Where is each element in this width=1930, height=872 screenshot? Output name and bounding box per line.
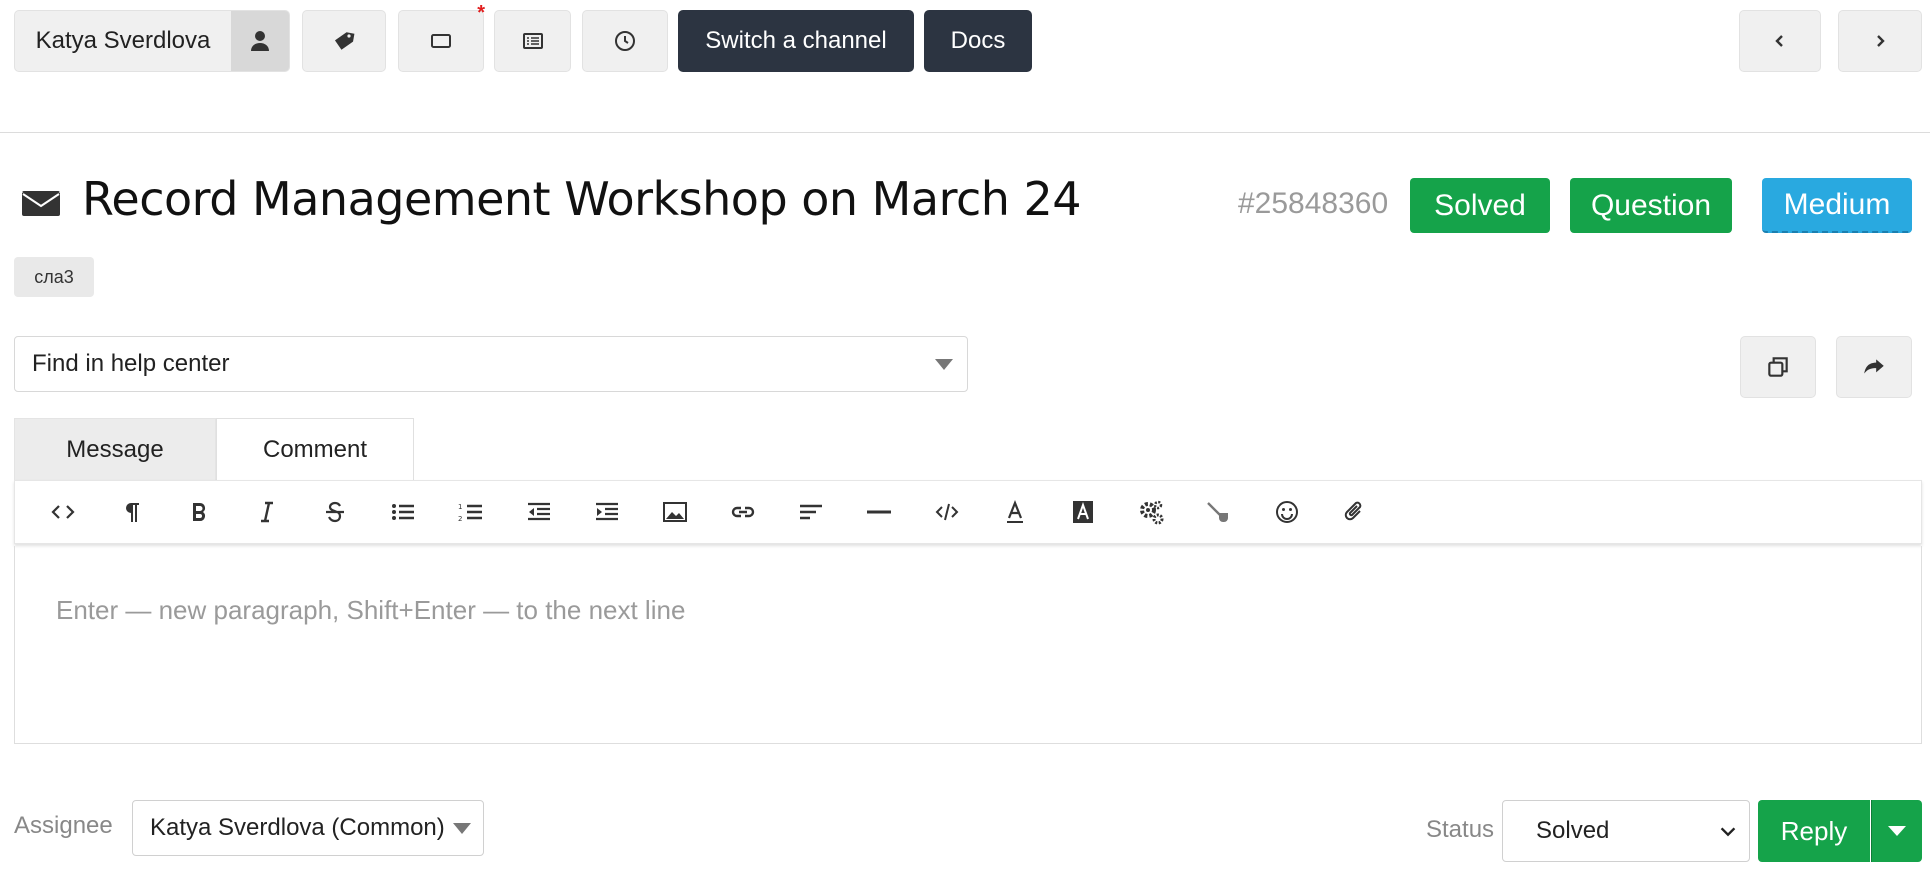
source-code-button[interactable] <box>29 488 97 536</box>
type-badge[interactable]: Question <box>1570 178 1732 233</box>
bold-icon <box>193 503 205 521</box>
chevron-right-icon <box>1877 35 1885 47</box>
font-color-icon <box>1007 500 1023 523</box>
bulleted-list-button[interactable] <box>369 488 437 536</box>
list-icon <box>522 33 543 49</box>
next-ticket-button[interactable] <box>1838 10 1922 72</box>
ticket-title: Record Management Workshop on March 24 <box>82 172 1082 226</box>
strikethrough-icon <box>326 501 344 523</box>
help-center-placeholder: Find in help center <box>32 350 230 377</box>
tag-icon <box>334 32 355 50</box>
pipe-icon <box>1207 502 1228 522</box>
paragraph-icon <box>126 503 139 522</box>
window-icon <box>431 34 451 48</box>
bulleted-list-icon <box>392 504 414 520</box>
status-badge[interactable]: Solved <box>1410 178 1550 233</box>
horizontal-rule-button[interactable] <box>845 488 913 536</box>
ticket-tag[interactable]: сла3 <box>14 257 94 297</box>
background-color-button[interactable] <box>1049 488 1117 536</box>
tab-comment[interactable]: Comment <box>216 418 414 480</box>
svg-text:2: 2 <box>458 515 462 523</box>
settings-button[interactable] <box>1117 488 1185 536</box>
link-button[interactable] <box>709 488 777 536</box>
tab-message[interactable]: Message <box>14 418 216 480</box>
code-button[interactable] <box>913 488 981 536</box>
background-color-icon <box>1073 501 1093 523</box>
italic-icon <box>261 501 273 523</box>
smiley-icon <box>1276 501 1298 523</box>
ticket-id: #25848360 <box>1238 187 1389 220</box>
list-view-button[interactable] <box>494 10 571 72</box>
status-select[interactable]: Solved <box>1502 800 1750 862</box>
font-color-button[interactable] <box>981 488 1049 536</box>
indent-icon <box>596 502 618 521</box>
forward-button[interactable] <box>1836 336 1912 398</box>
attachment-button[interactable] <box>1321 488 1389 536</box>
image-button[interactable] <box>641 488 709 536</box>
prev-ticket-button[interactable] <box>1739 10 1821 72</box>
window-button[interactable]: * <box>398 3 485 72</box>
status-label: Status <box>1426 816 1495 843</box>
align-left-icon <box>800 504 822 520</box>
message-editor[interactable]: Enter — new paragraph, Shift+Enter — to … <box>14 546 1922 744</box>
caret-down-icon <box>935 359 953 370</box>
user-icon <box>231 11 289 71</box>
gears-icon <box>1140 500 1164 525</box>
editor-toolbar: 12 <box>14 480 1922 544</box>
copy-button[interactable] <box>1740 336 1816 398</box>
emoji-button[interactable] <box>1253 488 1321 536</box>
paragraph-button[interactable] <box>97 488 165 536</box>
link-icon <box>731 506 755 518</box>
pipe-button[interactable] <box>1185 488 1253 536</box>
svg-text:1: 1 <box>458 503 462 511</box>
history-button[interactable] <box>582 10 668 72</box>
numbered-list-button[interactable]: 12 <box>437 488 505 536</box>
assignee-label: Assignee <box>14 812 113 839</box>
chevron-down-icon <box>1720 827 1736 837</box>
outdent-icon <box>528 502 550 521</box>
copy-icon <box>1768 357 1788 377</box>
caret-down-icon <box>453 823 471 834</box>
source-code-icon <box>51 505 75 519</box>
caret-down-icon <box>1888 826 1906 836</box>
numbered-list-icon: 12 <box>458 503 482 523</box>
strikethrough-button[interactable] <box>301 488 369 536</box>
outdent-button[interactable] <box>505 488 573 536</box>
assignee-value: Katya Sverdlova (Common) <box>150 814 445 841</box>
share-arrow-icon <box>1864 359 1884 374</box>
bold-button[interactable] <box>165 488 233 536</box>
header-divider <box>0 132 1930 133</box>
docs-button[interactable]: Docs <box>924 10 1032 72</box>
reply-options-button[interactable] <box>1871 800 1922 862</box>
italic-button[interactable] <box>233 488 301 536</box>
image-icon <box>663 502 687 522</box>
tags-button[interactable] <box>302 10 386 72</box>
clock-icon <box>615 31 635 51</box>
envelope-icon <box>22 191 60 216</box>
help-center-search[interactable]: Find in help center <box>14 336 968 392</box>
assignee-select[interactable]: Katya Sverdlova (Common) <box>132 800 484 856</box>
paperclip-icon <box>1344 501 1362 521</box>
priority-badge[interactable]: Medium <box>1762 178 1912 233</box>
reply-button[interactable]: Reply <box>1758 800 1870 862</box>
horizontal-rule-icon <box>867 510 891 514</box>
chevron-left-icon <box>1775 35 1783 47</box>
status-value: Solved <box>1536 817 1610 844</box>
align-button[interactable] <box>777 488 845 536</box>
code-icon <box>935 503 959 521</box>
indent-button[interactable] <box>573 488 641 536</box>
top-toolbar: Katya Sverdlova * Switch a channel Docs <box>14 3 1924 72</box>
switch-channel-button[interactable]: Switch a channel <box>678 10 914 72</box>
notification-marker: * <box>477 2 485 24</box>
user-button[interactable]: Katya Sverdlova <box>14 10 290 72</box>
user-name: Katya Sverdlova <box>35 27 211 54</box>
editor-placeholder: Enter — new paragraph, Shift+Enter — to … <box>56 595 686 625</box>
